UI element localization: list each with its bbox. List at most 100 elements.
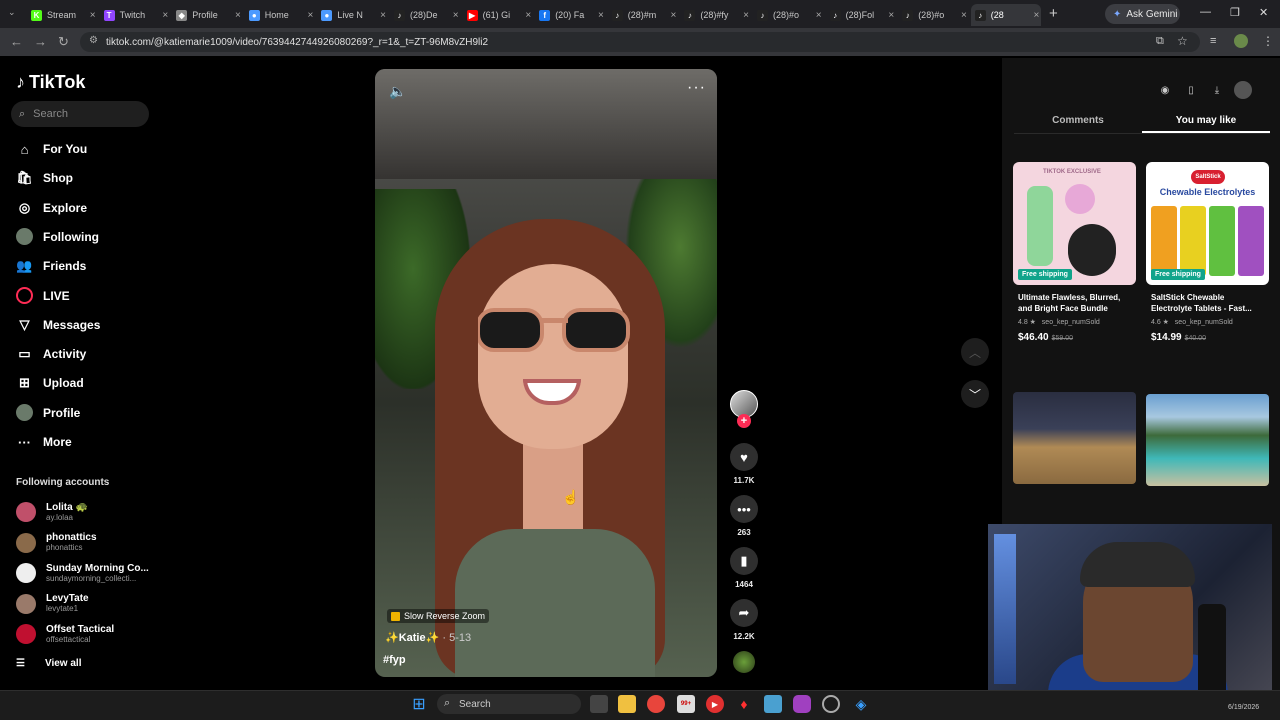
browser-tab[interactable]: f (20) Fa ×	[535, 4, 606, 26]
browser-tab[interactable]: ● Home ×	[245, 4, 316, 26]
browser-tab[interactable]: ◆ Profile ×	[172, 4, 243, 26]
previous-video-button[interactable]: ︿	[961, 338, 989, 366]
share-action[interactable]: ➦ 12.2K	[730, 599, 758, 641]
bookmark-icon[interactable]: ▮	[730, 547, 758, 575]
close-window-button[interactable]: ✕	[1259, 6, 1268, 19]
video-more-icon[interactable]: ···	[687, 79, 706, 97]
search-input[interactable]: ⌕ Search	[11, 101, 149, 127]
video-thumbnail[interactable]	[1013, 392, 1136, 484]
sidebar-item-explore[interactable]: ◎ Explore	[16, 197, 87, 219]
media-controls-icon[interactable]: ≡	[1210, 35, 1216, 47]
sidebar-item-for-you[interactable]: ⌂ For You	[16, 138, 88, 160]
chrome-icon[interactable]	[647, 695, 665, 713]
close-tab-icon[interactable]: ×	[453, 10, 459, 21]
comment-icon[interactable]: •••	[730, 495, 758, 523]
app-icon[interactable]	[793, 695, 811, 713]
minimize-button[interactable]: —	[1200, 6, 1211, 18]
browser-tab[interactable]: ♪ (28 ×	[970, 4, 1042, 26]
sidebar-item-live[interactable]: LIVE	[16, 285, 70, 307]
forward-icon[interactable]: →	[34, 34, 47, 49]
close-tab-icon[interactable]: ×	[380, 10, 386, 21]
heart-icon[interactable]: ♥	[730, 443, 758, 471]
sidebar-item-shop[interactable]: 🛍 Shop	[16, 167, 73, 189]
user-avatar[interactable]	[1234, 81, 1252, 99]
download-icon[interactable]: ⤓	[1208, 81, 1226, 99]
reload-icon[interactable]: ↻	[58, 34, 69, 50]
tab-you-may-like[interactable]: You may like	[1142, 110, 1270, 133]
browser-menu-icon[interactable]: ⋮	[1262, 34, 1274, 48]
close-tab-icon[interactable]: ×	[816, 10, 822, 21]
sidebar-item-following[interactable]: Following	[16, 226, 99, 248]
mail-icon[interactable]: 99+	[677, 695, 695, 713]
close-tab-icon[interactable]: ×	[308, 10, 314, 21]
phone-icon[interactable]: ▯	[1182, 81, 1200, 99]
task-view-icon[interactable]	[590, 695, 608, 713]
maximize-button[interactable]: ❐	[1230, 6, 1240, 19]
bookmark-star-icon[interactable]: ☆	[1177, 34, 1188, 48]
close-tab-icon[interactable]: ×	[961, 10, 967, 21]
share-icon[interactable]: ➦	[730, 599, 758, 627]
follow-plus-button[interactable]: +	[737, 414, 751, 428]
video-hashtag[interactable]: #fyp	[383, 654, 406, 666]
video-thumbnail[interactable]	[1146, 394, 1269, 486]
like-action[interactable]: ♥ 11.7K	[730, 443, 758, 485]
file-explorer-icon[interactable]	[618, 695, 636, 713]
product-card[interactable]: SaltStick Chewable Electrolytes Free shi…	[1146, 162, 1269, 343]
product-card[interactable]: TIKTOK EXCLUSIVE Free shipping Ultimate …	[1013, 162, 1136, 343]
install-app-icon[interactable]: ⧉	[1156, 35, 1164, 48]
sidebar-item-more[interactable]: ··· More	[16, 431, 72, 453]
tiktok-logo[interactable]: ♪ TikTok	[16, 72, 85, 93]
following-account[interactable]: phonattics phonattics	[16, 531, 97, 555]
app-icon[interactable]	[822, 695, 840, 713]
view-all-link[interactable]: ☰ View all	[16, 658, 81, 669]
close-tab-icon[interactable]: ×	[888, 10, 894, 21]
flame-app-icon[interactable]: ♦	[735, 695, 753, 713]
media-app-icon[interactable]: ▶	[706, 695, 724, 713]
windows-start-icon[interactable]: ⊞	[410, 695, 428, 713]
following-account[interactable]: Offset Tactical offsettactical	[16, 622, 114, 646]
following-account[interactable]: Lolita 🐢 ay.lolaa	[16, 500, 88, 524]
sidebar-item-upload[interactable]: ⊞ Upload	[16, 372, 84, 394]
sidebar-item-friends[interactable]: 👥 Friends	[16, 255, 86, 277]
browser-tab[interactable]: ♪ (28)De ×	[390, 4, 461, 26]
sidebar-item-activity[interactable]: ▭ Activity	[16, 343, 86, 365]
tab-list-chevron-icon[interactable]: ⌄	[8, 7, 16, 18]
close-tab-icon[interactable]: ×	[598, 10, 604, 21]
sidebar-item-messages[interactable]: ▽ Messages	[16, 314, 101, 336]
video-author[interactable]: ✨Katie✨ · 5-13	[385, 631, 471, 644]
music-disc-icon[interactable]	[733, 651, 755, 673]
browser-tab[interactable]: ♪ (28)#o ×	[898, 4, 969, 26]
browser-tab[interactable]: ● Live N ×	[317, 4, 388, 26]
close-tab-icon[interactable]: ×	[525, 10, 531, 21]
comment-action[interactable]: ••• 263	[730, 495, 758, 537]
close-tab-icon[interactable]: ×	[235, 10, 241, 21]
taskbar-search[interactable]: ⌕ Search	[437, 694, 581, 714]
browser-tab[interactable]: ♪ (28)#fy ×	[680, 4, 751, 26]
close-tab-icon[interactable]: ×	[162, 10, 168, 21]
compass-icon[interactable]: ◉	[1156, 81, 1174, 99]
browser-tab[interactable]: T Twitch ×	[100, 4, 171, 26]
new-tab-button[interactable]: +	[1049, 5, 1058, 22]
app-icon[interactable]	[764, 695, 782, 713]
address-bar[interactable]: ⚙ tiktok.com/@katiemarie1009/video/76394…	[80, 32, 1200, 52]
next-video-button[interactable]: ﹀	[961, 380, 989, 408]
browser-tab[interactable]: ♪ (28)#o ×	[753, 4, 824, 26]
browser-tab[interactable]: ♪ (28)#m ×	[608, 4, 679, 26]
browser-profile-avatar[interactable]	[1234, 34, 1248, 48]
back-icon[interactable]: ←	[10, 34, 23, 49]
following-account[interactable]: LevyTate levytate1	[16, 592, 89, 616]
video-player[interactable]: 🔈 ··· Slow Reverse Zoom ✨Katie✨ · 5-13 #…	[375, 69, 717, 677]
sidebar-item-profile[interactable]: Profile	[16, 402, 80, 424]
close-tab-icon[interactable]: ×	[90, 10, 96, 21]
site-info-icon[interactable]: ⚙	[89, 35, 98, 46]
following-account[interactable]: Sunday Morning Co... sundaymorning_collec…	[16, 561, 149, 585]
volume-icon[interactable]: 🔈	[389, 83, 406, 100]
browser-tab[interactable]: ♪ (28)Fol ×	[826, 4, 897, 26]
close-tab-icon[interactable]: ×	[1034, 10, 1040, 21]
tab-comments[interactable]: Comments	[1014, 110, 1142, 133]
save-action[interactable]: ▮ 1464	[730, 547, 758, 589]
app-icon[interactable]: ◈	[852, 695, 870, 713]
ask-gemini-button[interactable]: ✦ Ask Gemini	[1105, 4, 1180, 24]
close-tab-icon[interactable]: ×	[743, 10, 749, 21]
browser-tab[interactable]: K Stream ×	[27, 4, 98, 26]
